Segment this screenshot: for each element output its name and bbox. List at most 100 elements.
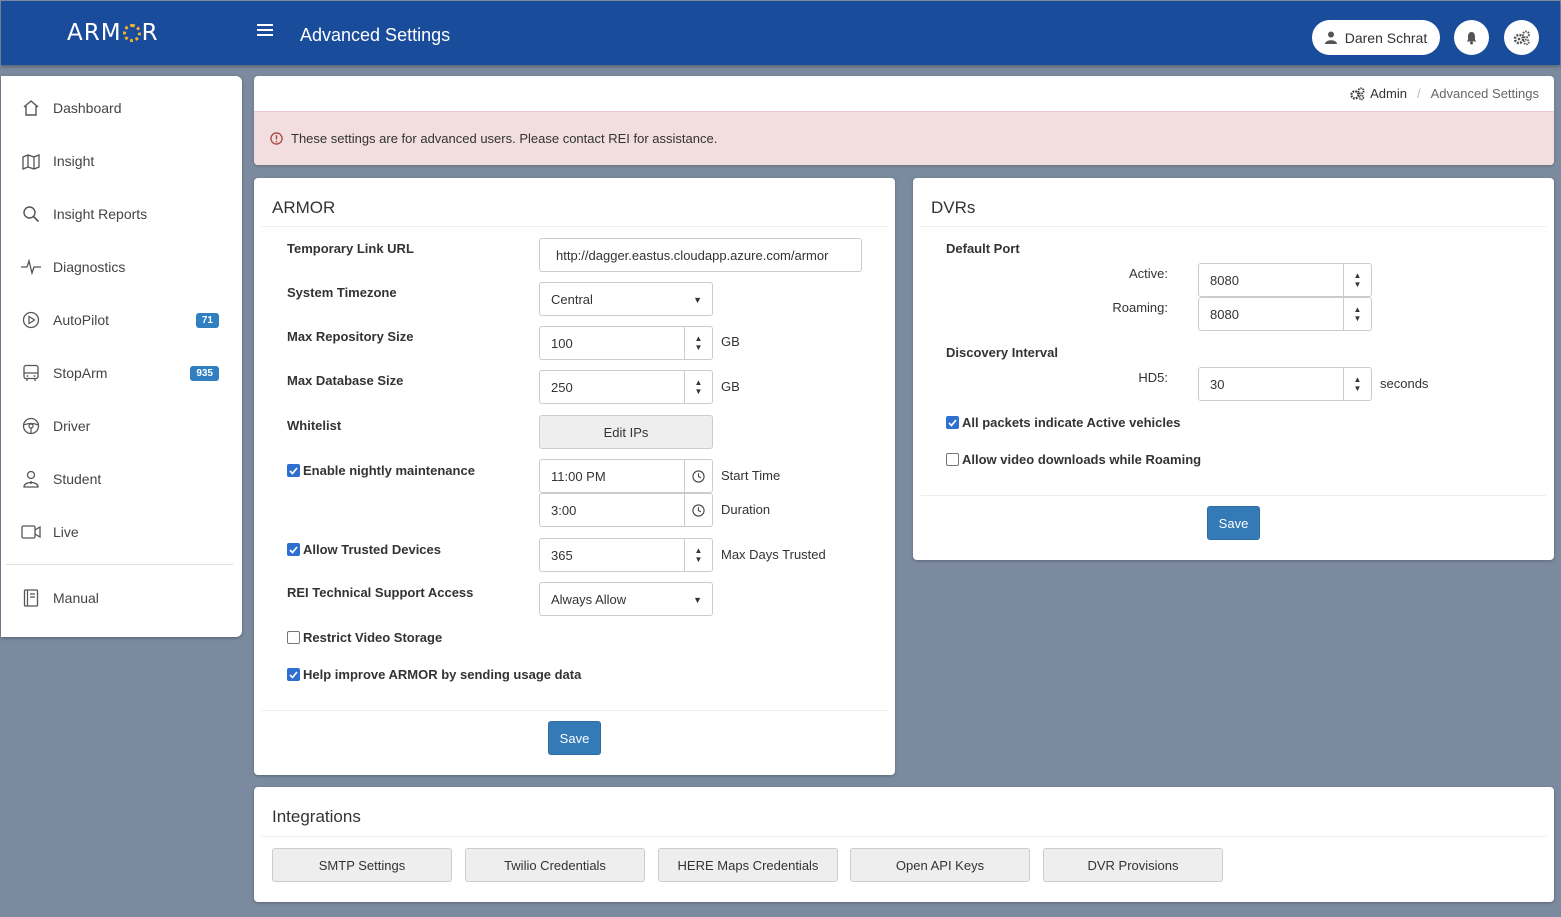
sidebar: Dashboard Insight Insight Reports Diagno… xyxy=(1,76,242,637)
warning-alert: These settings are for advanced users. P… xyxy=(254,111,1554,165)
open-api-keys-button[interactable]: Open API Keys xyxy=(850,848,1030,882)
header-panel: Admin / Advanced Settings These settings… xyxy=(254,76,1554,165)
video-camera-icon xyxy=(21,522,41,542)
timezone-label: System Timezone xyxy=(287,285,397,300)
breadcrumb-admin-link[interactable]: Admin xyxy=(1349,86,1407,101)
user-icon xyxy=(1324,31,1337,44)
logo-text-right: R xyxy=(141,20,159,46)
max-db-label: Max Database Size xyxy=(287,373,404,388)
clock-icon[interactable] xyxy=(684,494,712,526)
usage-data-checkbox[interactable]: Help improve ARMOR by sending usage data xyxy=(287,667,581,682)
start-time-input[interactable]: 11:00 PM xyxy=(539,459,713,493)
caret-down-icon: ▼ xyxy=(693,295,702,305)
support-access-select[interactable]: Always Allow ▼ xyxy=(539,582,713,616)
here-maps-credentials-button[interactable]: HERE Maps Credentials xyxy=(658,848,838,882)
sidebar-item-manual[interactable]: Manual xyxy=(1,578,242,618)
number-spinner[interactable]: ▲ ▼ xyxy=(684,539,712,571)
armor-logo[interactable]: ARM R xyxy=(67,20,159,46)
timezone-select[interactable]: Central ▼ xyxy=(539,282,713,316)
whitelist-label: Whitelist xyxy=(287,418,342,433)
max-repo-label: Max Repository Size xyxy=(287,329,414,344)
book-icon xyxy=(21,588,41,608)
hd5-label: HD5: xyxy=(1138,370,1168,385)
dvrs-card-title: DVRs xyxy=(931,198,976,217)
duration-input[interactable]: 3:00 xyxy=(539,493,713,527)
pulse-icon xyxy=(21,257,41,277)
logo-text-left: ARM xyxy=(67,20,122,46)
sidebar-item-insight-reports[interactable]: Insight Reports xyxy=(1,194,242,234)
sidebar-item-label: Manual xyxy=(53,590,99,606)
number-spinner[interactable]: ▲ ▼ xyxy=(684,327,712,359)
sidebar-item-diagnostics[interactable]: Diagnostics xyxy=(1,247,242,287)
duration-label: Duration xyxy=(721,502,771,517)
dvrs-save-button[interactable]: Save xyxy=(1207,506,1260,540)
max-repo-input[interactable]: 100 ▲ ▼ xyxy=(539,326,713,360)
armor-save-button[interactable]: Save xyxy=(548,721,601,755)
discovery-interval-label: Discovery Interval xyxy=(946,345,1059,360)
logo-sun-icon xyxy=(122,24,141,42)
settings-button[interactable] xyxy=(1504,20,1539,55)
all-packets-active-checkbox[interactable]: All packets indicate Active vehicles xyxy=(946,415,1180,430)
video-roaming-checkbox[interactable]: Allow video downloads while Roaming xyxy=(946,452,1201,467)
sidebar-item-label: Insight Reports xyxy=(53,206,148,222)
checkbox-unchecked-icon xyxy=(946,453,959,466)
checkbox-checked-icon xyxy=(287,543,300,556)
number-spinner[interactable]: ▲ ▼ xyxy=(1343,298,1371,330)
sidebar-item-label: Dashboard xyxy=(53,100,122,116)
clock-icon[interactable] xyxy=(684,460,712,492)
number-spinner[interactable]: ▲ ▼ xyxy=(1343,368,1371,400)
number-spinner[interactable]: ▲ ▼ xyxy=(1343,264,1371,296)
sidebar-item-stoparm[interactable]: StopArm 935 xyxy=(1,353,242,393)
top-navbar: ARM R Advanced Settings Daren Schrat xyxy=(1,1,1560,65)
integrations-card: Integrations SMTP Settings Twilio Creden… xyxy=(254,787,1554,902)
sidebar-item-label: AutoPilot xyxy=(53,312,110,328)
card-divider xyxy=(262,226,887,227)
trusted-devices-checkbox[interactable]: Allow Trusted Devices xyxy=(287,542,441,557)
card-divider xyxy=(921,226,1546,227)
student-icon xyxy=(21,469,41,489)
sidebar-item-label: Insight xyxy=(53,153,95,169)
sidebar-item-label: Student xyxy=(53,471,102,487)
checkbox-checked-icon xyxy=(287,464,300,477)
default-port-label: Default Port xyxy=(946,241,1020,256)
restrict-video-checkbox[interactable]: Restrict Video Storage xyxy=(287,630,442,645)
active-port-input[interactable]: 8080 ▲ ▼ xyxy=(1198,263,1372,297)
sidebar-item-driver[interactable]: Driver xyxy=(1,406,242,446)
user-menu-button[interactable]: Daren Schrat xyxy=(1312,20,1440,55)
breadcrumb-current: Advanced Settings xyxy=(1430,86,1539,101)
sidebar-divider xyxy=(6,564,233,565)
autopilot-count-badge: 71 xyxy=(195,313,219,328)
nightly-maintenance-checkbox[interactable]: Enable nightly maintenance xyxy=(287,463,475,478)
notifications-button[interactable] xyxy=(1454,20,1489,55)
sidebar-item-dashboard[interactable]: Dashboard xyxy=(1,88,242,128)
roaming-port-input[interactable]: 8080 ▲ ▼ xyxy=(1198,297,1372,331)
max-db-input[interactable]: 250 ▲ ▼ xyxy=(539,370,713,404)
exclamation-circle-icon xyxy=(270,132,283,145)
edit-ips-button[interactable]: Edit IPs xyxy=(539,415,713,449)
hamburger-icon[interactable] xyxy=(257,22,273,38)
sidebar-item-autopilot[interactable]: AutoPilot 71 xyxy=(1,300,242,340)
page-title: Advanced Settings xyxy=(300,25,451,45)
trusted-days-input[interactable]: 365 ▲ ▼ xyxy=(539,538,713,572)
sidebar-item-label: StopArm xyxy=(53,365,108,381)
bus-icon xyxy=(21,363,41,383)
sidebar-item-label: Diagnostics xyxy=(53,259,126,275)
temp-link-input[interactable]: http://dagger.eastus.cloudapp.azure.com/… xyxy=(539,238,862,272)
max-db-unit: GB xyxy=(721,379,740,394)
card-divider xyxy=(262,710,887,711)
start-time-label: Start Time xyxy=(721,468,781,483)
gears-icon xyxy=(1350,86,1365,100)
hd5-interval-input[interactable]: 30 ▲ ▼ xyxy=(1198,367,1372,401)
number-spinner[interactable]: ▲ ▼ xyxy=(684,371,712,403)
sidebar-item-student[interactable]: Student xyxy=(1,459,242,499)
sidebar-item-label: Live xyxy=(53,524,79,540)
card-divider xyxy=(921,495,1546,496)
smtp-settings-button[interactable]: SMTP Settings xyxy=(272,848,452,882)
support-access-label: REI Technical Support Access xyxy=(287,585,474,600)
sidebar-item-live[interactable]: Live xyxy=(1,512,242,552)
twilio-credentials-button[interactable]: Twilio Credentials xyxy=(465,848,645,882)
checkbox-unchecked-icon xyxy=(287,631,300,644)
sidebar-item-insight[interactable]: Insight xyxy=(1,141,242,181)
dvr-provisions-button[interactable]: DVR Provisions xyxy=(1043,848,1223,882)
play-circle-icon xyxy=(21,310,41,330)
